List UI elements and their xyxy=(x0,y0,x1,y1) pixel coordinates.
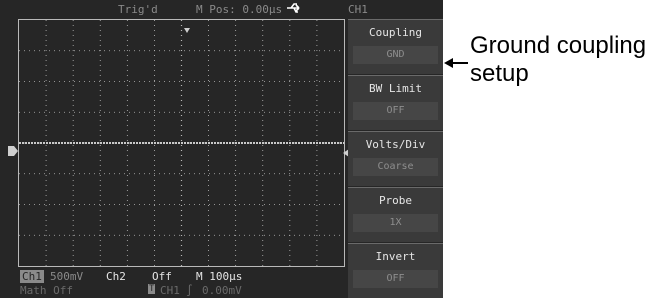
menu-title: CH1 xyxy=(348,3,368,16)
waveform-grid xyxy=(18,19,345,267)
channel-menu: CH1 Coupling GND BW Limit OFF Volts/Div … xyxy=(348,0,443,298)
trigger-level: 0.00mV xyxy=(202,284,242,297)
volts-div-label: Volts/Div xyxy=(365,138,426,151)
trigger-source: CH1 xyxy=(160,284,180,297)
probe-value: 1X xyxy=(353,214,438,232)
probe-menu-item[interactable]: Probe 1X xyxy=(348,187,443,242)
status-bar: Trig'd M Pos: 0.00µs xyxy=(0,0,348,18)
coupling-value: GND xyxy=(353,46,438,64)
ch2-state: Off xyxy=(152,270,172,283)
bw-limit-menu-item[interactable]: BW Limit OFF xyxy=(348,75,443,130)
usb-icon xyxy=(286,2,302,17)
annotation-line-1: Ground coupling xyxy=(470,32,647,59)
volts-div-menu-item[interactable]: Volts/Div Coarse xyxy=(348,131,443,186)
invert-value: OFF xyxy=(353,270,438,288)
arrow-icon xyxy=(444,54,468,73)
ch1-badge[interactable]: Ch1 xyxy=(20,270,44,283)
coupling-label: Coupling xyxy=(369,26,422,39)
trigger-position-marker xyxy=(184,19,190,38)
math-status: Math Off xyxy=(20,284,73,297)
channel-info-bar: Ch1 500mV Ch2 Off M 100µs Math Off T CH1… xyxy=(0,268,348,298)
ch1-ground-marker[interactable] xyxy=(8,141,18,160)
ch1-scale: 500mV xyxy=(50,270,84,283)
probe-label: Probe xyxy=(378,194,413,207)
annotation-line-2: setup xyxy=(470,60,529,87)
trigger-slope-icon: ∫ xyxy=(186,284,193,297)
trigger-status: Trig'd xyxy=(118,3,158,16)
horizontal-position: M Pos: 0.00µs xyxy=(196,3,283,16)
graticule xyxy=(19,20,344,266)
bw-limit-label: BW Limit xyxy=(369,82,422,95)
annotation-callout: Ground coupling setup xyxy=(470,32,646,88)
timebase: M 100µs xyxy=(196,270,243,283)
bw-limit-value: OFF xyxy=(353,102,438,120)
volts-div-value: Coarse xyxy=(353,158,438,176)
coupling-menu-item[interactable]: Coupling GND xyxy=(348,19,443,74)
ch2-label: Ch2 xyxy=(106,270,126,283)
trigger-icon: T xyxy=(148,284,156,294)
invert-label: Invert xyxy=(375,250,416,263)
invert-menu-item[interactable]: Invert OFF xyxy=(348,243,443,298)
